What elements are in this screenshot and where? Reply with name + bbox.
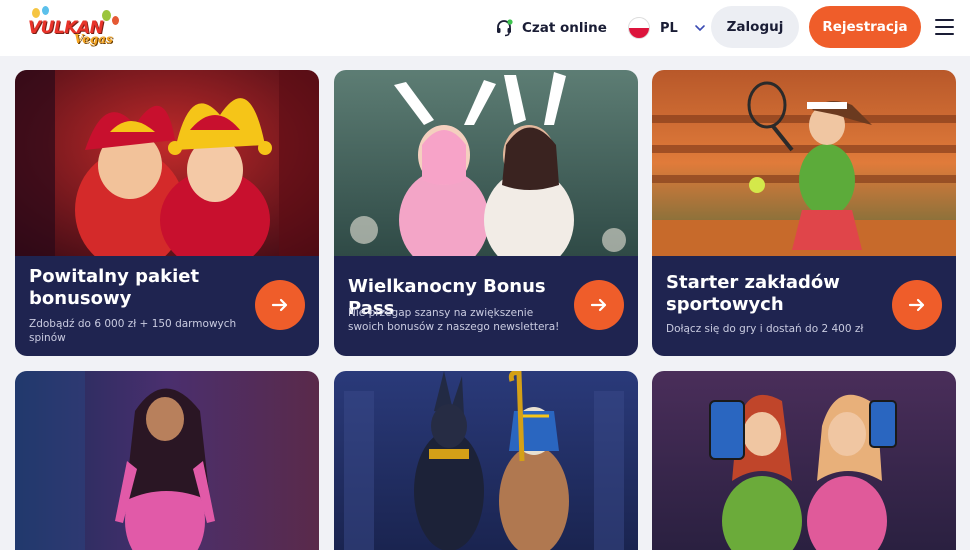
- easter-egg-decoration: [112, 16, 119, 25]
- top-header: VULKAN Vegas Czat online PL Zaloguj Reje…: [0, 0, 970, 56]
- register-button[interactable]: Rejestracja: [809, 6, 921, 48]
- promo-info-panel: Wielkanocny Bonus Pass Nie przegap szans…: [334, 256, 638, 356]
- arrow-right-icon: [590, 298, 607, 312]
- online-chat-link[interactable]: Czat online: [495, 16, 607, 40]
- promo-arrow-button[interactable]: [574, 280, 624, 330]
- promo-arrow-button[interactable]: [892, 280, 942, 330]
- chevron-down-icon: [695, 25, 705, 32]
- promo-card-welcome[interactable]: Powitalny pakiet bonusowy Zdobądź do 6 0…: [15, 70, 319, 356]
- menu-line: [935, 26, 954, 28]
- promo-image-jesters: [15, 70, 319, 256]
- promo-card-egypt[interactable]: [334, 371, 638, 550]
- vulkan-vegas-logo[interactable]: VULKAN Vegas: [28, 6, 120, 50]
- promo-image-pink-lady: [15, 371, 319, 550]
- promo-image-bunnies: [334, 70, 638, 256]
- promo-info-panel: Powitalny pakiet bonusowy Zdobądź do 6 0…: [15, 256, 319, 356]
- promo-description: Nie przegap szansy na zwiększenie swoich…: [348, 307, 560, 333]
- promo-image-mobile-app: [652, 371, 956, 550]
- chat-label: Czat online: [522, 20, 607, 36]
- promo-info-panel: Starter zakładów sportowych Dołącz się d…: [652, 256, 956, 356]
- promo-description: Zdobądź do 6 000 zł + 150 darmowych spin…: [29, 318, 237, 344]
- logo-subtitle: Vegas: [74, 32, 113, 46]
- hamburger-menu-icon[interactable]: [935, 19, 955, 35]
- promo-card-easter[interactable]: Wielkanocny Bonus Pass Nie przegap szans…: [334, 70, 638, 356]
- arrow-right-icon: [908, 298, 925, 312]
- easter-egg-decoration: [42, 6, 49, 15]
- menu-line: [935, 33, 954, 35]
- menu-line: [935, 19, 954, 21]
- login-button[interactable]: Zaloguj: [711, 6, 799, 48]
- promo-card-mobile-app[interactable]: [652, 371, 956, 550]
- easter-egg-decoration: [32, 8, 40, 18]
- poland-flag-icon: [628, 17, 650, 39]
- language-code: PL: [660, 20, 678, 36]
- arrow-right-icon: [271, 298, 288, 312]
- promo-title: Powitalny pakiet bonusowy: [29, 266, 200, 309]
- language-selector[interactable]: PL: [628, 16, 706, 40]
- promo-image-tennis: [652, 70, 956, 256]
- promo-card-pink-lady[interactable]: [15, 371, 319, 550]
- promo-arrow-button[interactable]: [255, 280, 305, 330]
- headset-chat-icon: [497, 19, 513, 37]
- promo-description: Dołącz się do gry i dostań do 2 400 zł: [666, 323, 864, 335]
- promo-card-sports[interactable]: Starter zakładów sportowych Dołącz się d…: [652, 70, 956, 356]
- promo-title: Starter zakładów sportowych: [666, 272, 840, 315]
- promo-image-egypt-gods: [334, 371, 638, 550]
